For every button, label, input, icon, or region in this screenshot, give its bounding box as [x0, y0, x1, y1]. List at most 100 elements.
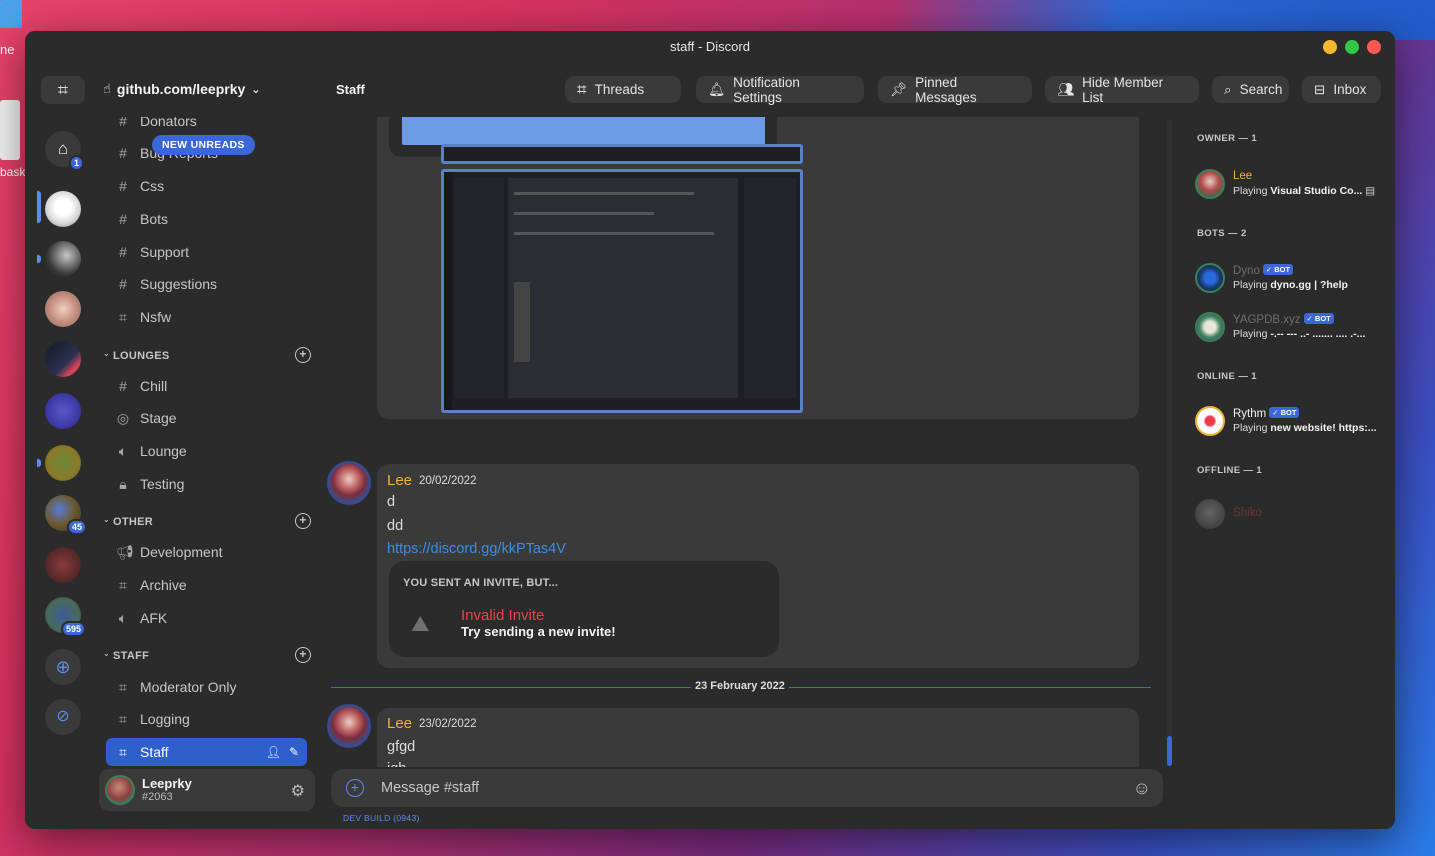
- member-item[interactable]: Shiko: [1195, 497, 1385, 531]
- message-composer[interactable]: + Message #staff ☺: [331, 769, 1163, 807]
- server-icon-github-leeprky[interactable]: [45, 191, 81, 227]
- text-channel-icon: #: [119, 244, 127, 260]
- gear-icon[interactable]: ⚙: [291, 781, 305, 801]
- member-item[interactable]: Dyno ✓ BOT Playing dyno.gg | ?help: [1195, 261, 1385, 295]
- chevron-down-icon: ⌄: [103, 649, 111, 658]
- channel-staff[interactable]: ⌗ Staff 👤︎ ✎: [106, 738, 307, 766]
- channel-nsfw[interactable]: ⌗ Nsfw: [106, 303, 307, 331]
- search-icon: ⌕: [1224, 81, 1232, 97]
- channel-afk[interactable]: 🔈︎ AFK: [106, 604, 307, 632]
- create-channel-button[interactable]: +: [295, 347, 311, 363]
- text-channel-icon: #: [119, 117, 127, 129]
- channel-css[interactable]: # Css: [106, 172, 307, 200]
- server-icon[interactable]: [45, 291, 81, 327]
- server-icon[interactable]: [45, 393, 81, 429]
- inbox-icon: ⊟: [1314, 81, 1326, 97]
- channel-title: Staff: [336, 82, 365, 97]
- desktop-folder-icon[interactable]: [0, 0, 22, 28]
- inbox-label: Inbox: [1333, 82, 1367, 97]
- close-button[interactable]: [1367, 40, 1381, 54]
- channel-chill[interactable]: # Chill: [106, 372, 307, 400]
- server-folder-icon[interactable]: [45, 445, 81, 481]
- voice-channel-icon: 🔈︎: [118, 442, 128, 459]
- add-member-icon[interactable]: 👤︎: [266, 745, 281, 759]
- minimize-button[interactable]: [1323, 40, 1337, 54]
- channel-moderator-only[interactable]: ⌗ Moderator Only: [106, 673, 307, 701]
- server-folder-icon[interactable]: [45, 547, 81, 583]
- message-link[interactable]: https://discord.gg/kkPTas4V: [387, 541, 566, 557]
- server-name-dropdown[interactable]: ☝ github.com/leeprky ⌄: [103, 81, 261, 97]
- explore-servers-button[interactable]: ⊘: [45, 699, 81, 735]
- threads-button[interactable]: ⌗ Threads: [565, 76, 681, 103]
- category-name: LOUNGES: [113, 350, 170, 362]
- channel-development[interactable]: 📢︎ Development: [106, 538, 307, 566]
- invite-header: YOU SENT AN INVITE, BUT...: [403, 577, 559, 589]
- message-line: d: [387, 494, 396, 510]
- attachment-image[interactable]: [441, 144, 803, 164]
- channel-suggestions[interactable]: # Suggestions: [106, 270, 307, 298]
- channel-lounge[interactable]: 🔈︎ Lounge: [106, 437, 307, 465]
- plus-icon: ⊕: [55, 657, 71, 677]
- desktop-file-icon[interactable]: [0, 100, 20, 160]
- search-button[interactable]: ⌕ Search: [1212, 76, 1289, 103]
- chat-scrollbar-track[interactable]: [1167, 119, 1172, 767]
- locked-channel-icon: ⌗: [119, 678, 127, 695]
- notification-settings-button[interactable]: 🔔︎ Notification Settings: [696, 75, 864, 105]
- upload-plus-icon[interactable]: +: [346, 779, 364, 797]
- embed-image[interactable]: [402, 117, 765, 145]
- server-icon[interactable]: [45, 341, 81, 377]
- category-staff[interactable]: ⌄ STAFF +: [101, 647, 311, 667]
- invite-embed: YOU SENT AN INVITE, BUT... ⛰ Invalid Inv…: [389, 561, 779, 657]
- chat-scrollbar-thumb[interactable]: [1167, 736, 1172, 766]
- member-item[interactable]: YAGPDB.xyz ✓ BOT Playing -.-- --- ..- ...…: [1195, 310, 1385, 344]
- emoji-icon[interactable]: ☺: [1133, 778, 1151, 799]
- selected-server-indicator: [37, 191, 41, 223]
- hide-member-list-button[interactable]: 👥︎ Hide Member List: [1045, 75, 1199, 105]
- text-channel-icon: #: [119, 211, 127, 227]
- member-item[interactable]: Lee Playing Visual Studio Co... ▤: [1195, 167, 1385, 201]
- channel-logging[interactable]: ⌗ Logging: [106, 705, 307, 733]
- avatar[interactable]: [327, 461, 371, 505]
- channel-name: Testing: [140, 476, 185, 492]
- category-other[interactable]: ⌄ OTHER +: [101, 513, 311, 533]
- server-icon: ☝: [103, 81, 111, 96]
- server-icon[interactable]: [45, 241, 81, 277]
- create-channel-button[interactable]: +: [295, 647, 311, 663]
- threads-toggle-button[interactable]: ⌗: [41, 76, 85, 104]
- channel-donators[interactable]: # Donators: [106, 117, 307, 135]
- inbox-button[interactable]: ⊟ Inbox: [1302, 76, 1381, 103]
- bell-icon: 🔔︎: [708, 81, 726, 97]
- channel-support[interactable]: # Support: [106, 238, 307, 266]
- create-channel-button[interactable]: +: [295, 513, 311, 529]
- announcement-channel-icon: 📢︎: [116, 543, 134, 560]
- message-author[interactable]: Lee: [387, 715, 412, 732]
- member-name: Shiko: [1233, 507, 1262, 519]
- channel-testing[interactable]: 🔒︎ Testing: [106, 470, 307, 498]
- dev-build-label: DEV BUILD (0943): [343, 813, 420, 823]
- attachment-image[interactable]: [441, 169, 803, 413]
- channel-name: Css: [140, 178, 165, 194]
- message-author[interactable]: Lee: [387, 472, 412, 489]
- message-line: gfgd: [387, 739, 416, 755]
- category-lounges[interactable]: ⌄ LOUNGES +: [101, 347, 311, 367]
- channel-name: Suggestions: [140, 276, 218, 292]
- member-status: Playing -.-- --- ..- ....... .... .-...: [1233, 328, 1366, 340]
- stage-channel-icon: ◎: [116, 409, 130, 426]
- text-channel-icon: #: [119, 378, 127, 394]
- pinned-messages-button[interactable]: 📌︎ Pinned Messages: [878, 74, 1032, 105]
- member-item[interactable]: Rythm ✓ BOT Playing new website! https:..…: [1195, 404, 1385, 438]
- channel-stage[interactable]: ◎ Stage: [106, 404, 307, 432]
- avatar[interactable]: [327, 704, 371, 748]
- add-server-button[interactable]: ⊕: [45, 649, 81, 685]
- maximize-button[interactable]: [1345, 40, 1359, 54]
- avatar[interactable]: [105, 775, 135, 805]
- locked-channel-icon: ⌗: [119, 308, 127, 325]
- bot-badge: ✓ BOT: [1269, 407, 1300, 418]
- channel-archive[interactable]: ⌗ Archive: [106, 571, 307, 599]
- pinned-messages-label: Pinned Messages: [915, 74, 977, 105]
- new-unreads-pill[interactable]: NEW UNREADS: [152, 135, 255, 155]
- message-input[interactable]: Message #staff: [381, 780, 479, 796]
- channel-name: Moderator Only: [140, 679, 237, 695]
- edit-channel-icon[interactable]: ✎: [289, 745, 299, 759]
- channel-bots[interactable]: # Bots: [106, 205, 307, 233]
